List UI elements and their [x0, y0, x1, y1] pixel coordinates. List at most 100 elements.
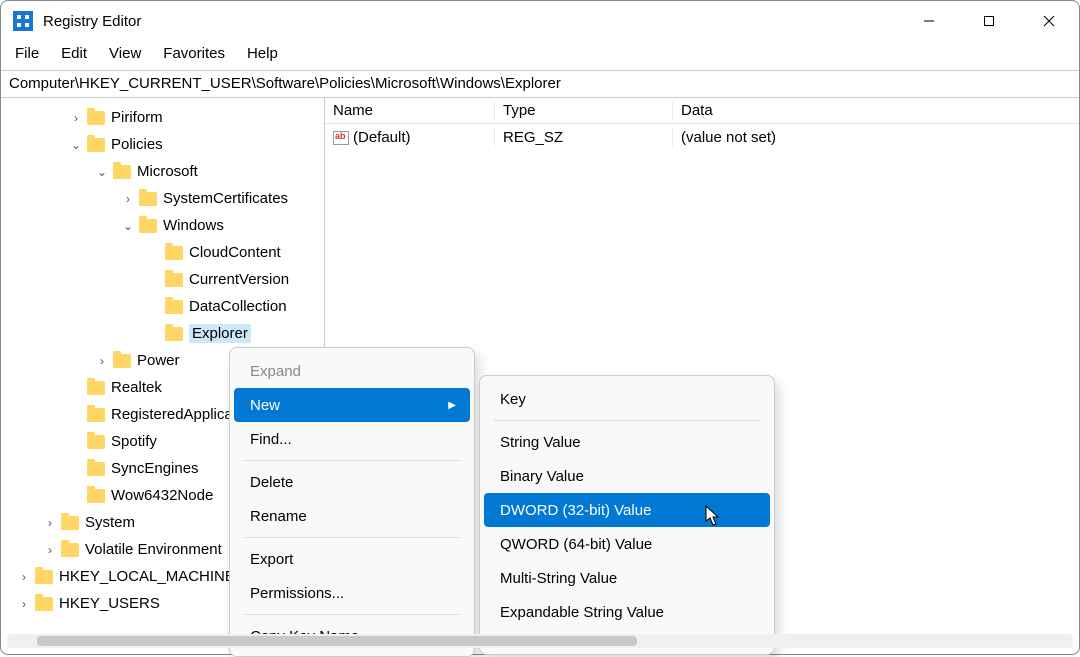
tree-item[interactable]: ›Piriform — [1, 104, 324, 131]
app-icon — [13, 11, 33, 31]
col-type-header[interactable]: Type — [495, 102, 673, 119]
menu-item[interactable]: New ▶ — [234, 388, 470, 422]
tree-item[interactable]: CurrentVersion — [1, 266, 324, 293]
folder-icon — [87, 381, 105, 395]
value-type: REG_SZ — [495, 129, 673, 146]
tree-item-label: Microsoft — [137, 163, 198, 180]
tree-item-label: Power — [137, 352, 180, 369]
tree-item-label: HKEY_USERS — [59, 595, 160, 612]
menu-item-label: QWORD (64-bit) Value — [500, 536, 652, 553]
tree-item[interactable]: DataCollection — [1, 293, 324, 320]
tree-item-label: CloudContent — [189, 244, 281, 261]
menu-help[interactable]: Help — [247, 45, 278, 62]
tree-item[interactable]: ⌄Windows — [1, 212, 324, 239]
menu-item-label: DWORD (32-bit) Value — [500, 502, 651, 519]
tree-item[interactable]: ⌄ Microsoft — [1, 158, 324, 185]
string-value-icon — [333, 131, 349, 145]
menu-item[interactable]: Delete — [230, 465, 474, 499]
menu-item[interactable]: Expandable String Value — [480, 595, 774, 629]
menu-item[interactable]: Find... — [230, 422, 474, 456]
menu-file[interactable]: File — [15, 45, 39, 62]
tree-item[interactable]: ›SystemCertificates — [1, 185, 324, 212]
chevron-down-icon[interactable]: ⌄ — [69, 138, 83, 152]
window-title: Registry Editor — [43, 13, 141, 30]
folder-icon — [139, 219, 157, 233]
folder-icon — [113, 354, 131, 368]
menu-item-label: Permissions... — [250, 585, 344, 602]
chevron-right-icon[interactable]: › — [69, 111, 83, 125]
chevron-right-icon[interactable]: › — [121, 192, 135, 206]
expander-none — [147, 246, 161, 260]
menu-separator — [244, 460, 460, 461]
context-submenu-new[interactable]: Key String ValueBinary Value DWORD (32-bit… — [479, 375, 775, 655]
menu-item-label: Multi-String Value — [500, 570, 617, 587]
submenu-arrow-icon: ▶ — [448, 400, 456, 411]
folder-icon — [87, 435, 105, 449]
folder-icon — [35, 597, 53, 611]
menu-item[interactable]: Key — [480, 382, 774, 416]
scrollbar-thumb[interactable] — [37, 636, 637, 646]
title-bar: Registry Editor — [1, 1, 1079, 41]
expander-none — [147, 300, 161, 314]
menu-item[interactable]: String Value — [480, 425, 774, 459]
chevron-right-icon[interactable]: › — [17, 597, 31, 611]
menu-item[interactable]: Multi-String Value — [480, 561, 774, 595]
menu-item-label: New — [250, 397, 280, 414]
list-header: Name Type Data — [325, 98, 1079, 124]
tree-item-label: DataCollection — [189, 298, 287, 315]
menu-item[interactable]: QWORD (64-bit) Value — [480, 527, 774, 561]
tree-item[interactable]: Explorer — [1, 320, 324, 347]
tree-item-label: Explorer — [189, 324, 251, 343]
folder-icon — [165, 246, 183, 260]
menu-item[interactable]: Export — [230, 542, 474, 576]
chevron-right-icon[interactable]: › — [43, 516, 57, 530]
minimize-button[interactable] — [899, 1, 959, 41]
tree-item-label: Realtek — [111, 379, 162, 396]
value-name: (Default) — [325, 129, 495, 146]
chevron-right-icon[interactable]: › — [95, 354, 109, 368]
menu-item[interactable]: Rename — [230, 499, 474, 533]
expander-none — [69, 381, 83, 395]
chevron-right-icon[interactable]: › — [17, 570, 31, 584]
menu-edit[interactable]: Edit — [61, 45, 87, 62]
menu-favorites[interactable]: Favorites — [163, 45, 225, 62]
tree-item-label: Spotify — [111, 433, 157, 450]
expander-none — [69, 489, 83, 503]
address-bar[interactable]: Computer\HKEY_CURRENT_USER\Software\Poli… — [1, 70, 1079, 98]
chevron-down-icon[interactable]: ⌄ — [95, 165, 109, 179]
menu-view[interactable]: View — [109, 45, 141, 62]
menu-item[interactable]: DWORD (32-bit) Value — [484, 493, 770, 527]
expander-none — [147, 327, 161, 341]
folder-icon — [165, 273, 183, 287]
menu-bar: File Edit View Favorites Help — [1, 41, 1079, 70]
tree-item-label: SyncEngines — [111, 460, 199, 477]
chevron-right-icon[interactable]: › — [43, 543, 57, 557]
folder-icon — [139, 192, 157, 206]
folder-icon — [87, 489, 105, 503]
tree-item-label: CurrentVersion — [189, 271, 289, 288]
tree-item-label: Wow6432Node — [111, 487, 213, 504]
menu-item[interactable]: Permissions... — [230, 576, 474, 610]
context-menu[interactable]: Expand New ▶ Find... DeleteRename Export Permi… — [229, 347, 475, 657]
chevron-down-icon[interactable]: ⌄ — [121, 219, 135, 233]
col-data-header[interactable]: Data — [673, 102, 1079, 119]
tree-item[interactable]: CloudContent — [1, 239, 324, 266]
menu-item[interactable]: Binary Value — [480, 459, 774, 493]
horizontal-scrollbar[interactable] — [7, 634, 1073, 648]
tree-item-label: Volatile Environment — [85, 541, 222, 558]
folder-icon — [87, 462, 105, 476]
folder-icon — [87, 111, 105, 125]
menu-separator — [244, 614, 460, 615]
menu-item: Expand — [230, 354, 474, 388]
folder-icon — [61, 516, 79, 530]
menu-item-label: Expandable String Value — [500, 604, 664, 621]
tree-item[interactable]: ⌄Policies — [1, 131, 324, 158]
close-button[interactable] — [1019, 1, 1079, 41]
col-name-header[interactable]: Name — [325, 102, 495, 119]
folder-icon — [165, 327, 183, 341]
folder-icon — [87, 138, 105, 152]
list-row[interactable]: (Default) REG_SZ (value not set) — [325, 124, 1079, 150]
menu-item-label: Export — [250, 551, 293, 568]
maximize-button[interactable] — [959, 1, 1019, 41]
menu-item-label: Key — [500, 391, 526, 408]
